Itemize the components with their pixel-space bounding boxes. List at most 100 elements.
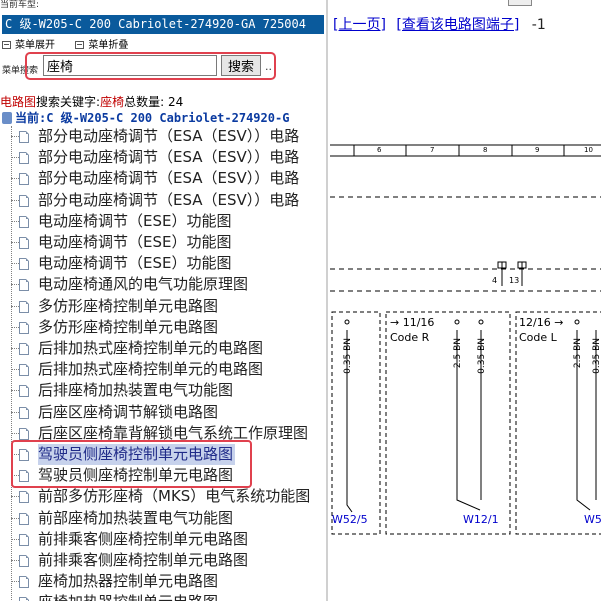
- document-icon: [19, 364, 29, 377]
- collapse-icon[interactable]: [75, 41, 85, 49]
- tree-connector-line: [11, 126, 12, 601]
- document-icon: [19, 152, 29, 165]
- tree-item-label[interactable]: 前排乘客侧座椅控制单元电路图: [38, 550, 248, 571]
- keyword-label: 搜索关键字:: [36, 95, 101, 109]
- menu-expand-link[interactable]: 菜单展开: [15, 39, 55, 53]
- wire-label: 0.35 BN: [343, 338, 353, 374]
- model-title-bar: C 级-W205-C 200 Cabriolet-274920-GA 72500…: [2, 15, 324, 34]
- component-link[interactable]: W52/5: [332, 513, 368, 526]
- document-icon: [19, 194, 29, 207]
- tree-item-label[interactable]: 前部座椅加热装置电气功能图: [38, 508, 233, 529]
- tree-item-label[interactable]: 电动座椅调节（ESE）功能图: [38, 232, 231, 253]
- tree-branch-line: [11, 581, 19, 583]
- current-path-label: 当前:C 级-W205-C 200 Cabriolet-274920-G: [15, 111, 290, 125]
- tree-branch-line: [11, 178, 19, 180]
- tree-branch-line: [11, 263, 19, 265]
- tree-branch-line: [11, 326, 19, 328]
- wire-label: 2.5 BN: [453, 338, 463, 369]
- ref-label: 12/16 →: [519, 316, 564, 329]
- document-icon: [19, 512, 29, 525]
- current-model-label: 当前车型:: [0, 0, 40, 10]
- result-total: 24: [167, 95, 184, 109]
- code-r-label: Code R: [390, 331, 430, 344]
- wire-label: 2.5 BN: [573, 338, 583, 369]
- document-icon: [19, 576, 29, 589]
- tree-item-label[interactable]: 前部多仿形座椅（MKS）电气系统功能图: [38, 486, 310, 507]
- total-label: 总数量:: [124, 95, 165, 109]
- tree-branch-line: [11, 517, 19, 519]
- tree-branch-line: [11, 220, 19, 222]
- tree-item-label[interactable]: 后排加热式座椅控制单元的电路图: [38, 359, 263, 380]
- tree-branch-line: [11, 157, 19, 159]
- tree-branch-line: [11, 348, 19, 349]
- tree-branch-line: [11, 496, 19, 498]
- search-highlight-box: [25, 52, 276, 80]
- tree-item-label[interactable]: 座椅加热器控制单元电路图: [38, 571, 218, 592]
- wiring-diagram: [330, 144, 601, 535]
- ref-label: → 11/16: [390, 316, 435, 329]
- document-icon: [19, 343, 29, 355]
- tree-item-label[interactable]: 部分电动座椅调节（ESA（ESV））电路: [38, 126, 299, 147]
- tree-item-label[interactable]: 多仿形座椅控制单元电路图: [38, 296, 218, 317]
- document-icon: [19, 321, 29, 334]
- document-icon: [19, 597, 29, 601]
- tree-item-label[interactable]: 后排加热式座椅控制单元的电路图: [38, 338, 263, 359]
- document-icon: [19, 300, 29, 313]
- tree-item-label[interactable]: 前排乘客侧座椅控制单元电路图: [38, 529, 248, 550]
- tree-item-label[interactable]: 部分电动座椅调节（ESA（ESV））电路: [38, 147, 299, 168]
- connector-pin-label: 13: [509, 276, 520, 285]
- result-category: 电路图: [0, 95, 37, 109]
- document-icon: [19, 555, 29, 567]
- grid-number: 8: [483, 146, 488, 154]
- tree-branch-line: [11, 411, 19, 413]
- grid-number: 10: [584, 146, 593, 154]
- expand-icon[interactable]: [2, 41, 11, 49]
- document-icon: [19, 279, 29, 292]
- document-icon: [19, 427, 29, 440]
- tree-branch-line: [11, 432, 19, 434]
- diagram-panel: [上一页] [查看该电路图端子] -1 6 7 8 9 10 4 13 → 11…: [330, 0, 601, 601]
- grid-number: 6: [377, 146, 382, 154]
- vehicle-icon: [2, 112, 12, 124]
- grid-number: 7: [430, 146, 435, 154]
- tree-item-label[interactable]: 电动座椅调节（ESE）功能图: [38, 211, 231, 232]
- left-scrollbar[interactable]: [326, 0, 328, 601]
- menu-controls: 菜单展开 菜单折叠: [2, 39, 128, 53]
- tree-branch-line: [11, 305, 19, 307]
- tree-item-label[interactable]: 后座区座椅调节解锁电路图: [38, 402, 218, 423]
- tree-item-label[interactable]: 电动座椅调节（ESE）功能图: [38, 253, 231, 274]
- current-path: 当前:C 级-W205-C 200 Cabriolet-274920-G: [2, 109, 289, 126]
- grid-number: 9: [535, 146, 540, 154]
- tree-item-label[interactable]: 电动座椅通风的电气功能原理图: [38, 274, 248, 295]
- document-icon: [19, 215, 29, 228]
- tree-item-label[interactable]: 部分电动座椅调节（ESA（ESV））电路: [38, 168, 299, 189]
- tree-branch-line: [11, 199, 19, 201]
- code-l-label: Code L: [519, 331, 557, 344]
- menu-collapse-link[interactable]: 菜单折叠: [88, 39, 128, 53]
- tree-item-label[interactable]: 多仿形座椅控制单元电路图: [38, 317, 218, 338]
- component-link[interactable]: W12/1: [463, 513, 499, 526]
- document-icon: [19, 491, 29, 504]
- tree-item-label[interactable]: 部分电动座椅调节（ESA（ESV））电路: [38, 190, 299, 211]
- wire-label: 0.35 BN: [592, 338, 601, 374]
- document-icon: [19, 237, 29, 249]
- document-icon: [19, 385, 29, 398]
- tree-branch-line: [11, 136, 19, 137]
- tree-item-label[interactable]: 座椅加热器控制单元电路图: [38, 592, 218, 601]
- tree-highlight-box: [11, 440, 252, 488]
- tree-branch-line: [11, 284, 19, 286]
- tree-branch-line: [11, 369, 19, 371]
- component-link[interactable]: W5: [584, 513, 601, 526]
- result-summary: 电路图搜索关键字:座椅总数量: 24: [0, 93, 183, 110]
- document-icon: [19, 131, 29, 143]
- tree-branch-line: [11, 390, 19, 392]
- document-icon: [19, 258, 29, 271]
- wire-label: 0.35 BN: [477, 338, 487, 374]
- tree-branch-line: [11, 538, 19, 540]
- result-keyword: 座椅: [100, 95, 125, 109]
- document-icon: [19, 173, 29, 186]
- tree-branch-line: [11, 560, 19, 561]
- document-icon: [19, 406, 29, 419]
- tree-branch-line: [11, 242, 19, 243]
- tree-item-label[interactable]: 后排座椅加热装置电气功能图: [38, 380, 233, 401]
